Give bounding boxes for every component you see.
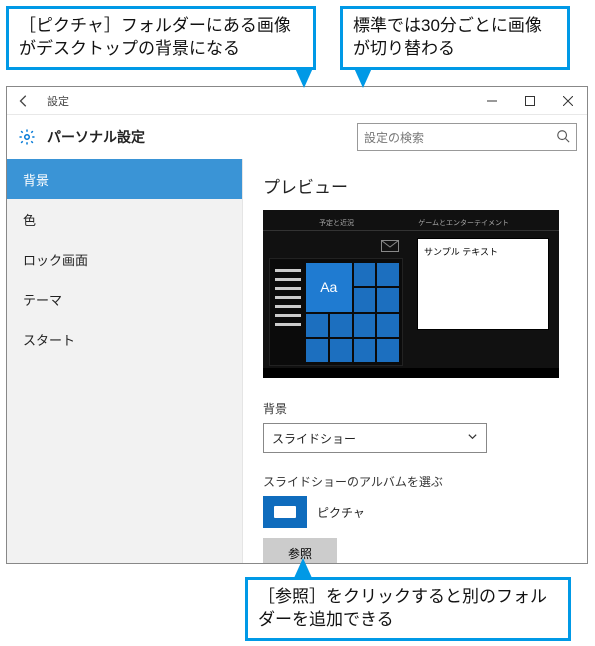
background-dropdown[interactable]: スライドショー — [263, 423, 487, 453]
gear-icon — [17, 127, 37, 147]
preview-sample-text: サンプル テキスト — [418, 239, 548, 264]
album-label: スライドショーのアルバムを選ぶ — [263, 473, 567, 490]
window-title: 設定 — [47, 93, 69, 109]
album-folder-icon[interactable] — [263, 496, 307, 528]
dropdown-value: スライドショー — [272, 430, 356, 447]
sidebar-item-lockscreen[interactable]: ロック画面 — [7, 239, 242, 279]
sidebar-item-label: テーマ — [23, 290, 62, 309]
callout-interval: 標準では30分ごとに画像が切り替わる — [340, 6, 570, 70]
album-row: ピクチャ — [263, 496, 567, 528]
sidebar-item-label: ロック画面 — [23, 250, 88, 269]
arrow-icon — [295, 68, 313, 88]
search-placeholder: 設定の検索 — [364, 129, 424, 146]
search-input[interactable]: 設定の検索 — [357, 123, 577, 151]
sidebar: 背景 色 ロック画面 テーマ スタート — [7, 159, 243, 563]
arrow-icon — [294, 558, 312, 578]
chevron-down-icon — [467, 431, 478, 445]
sidebar-item-label: スタート — [23, 330, 75, 349]
preview-heading: プレビュー — [263, 173, 567, 198]
mail-icon — [381, 240, 399, 252]
maximize-button[interactable] — [511, 87, 549, 115]
sidebar-item-label: 色 — [23, 210, 36, 229]
back-button[interactable] — [7, 87, 41, 115]
callout-browse: ［参照］をクリックすると別のフォルダーを追加できる — [245, 577, 571, 641]
titlebar: 設定 — [7, 87, 587, 115]
minimize-button[interactable] — [473, 87, 511, 115]
content-area: プレビュー 予定と近況 ゲームとエンターテイメント Aa — [243, 159, 587, 563]
callout-pictures-folder: ［ピクチャ］フォルダーにある画像がデスクトップの背景になる — [6, 6, 316, 70]
preview-tile-aa: Aa — [306, 263, 352, 312]
preview-tab-label: 予定と近況 — [319, 218, 354, 228]
sidebar-item-colors[interactable]: 色 — [7, 199, 242, 239]
page-title: パーソナル設定 — [47, 127, 145, 147]
close-button[interactable] — [549, 87, 587, 115]
sidebar-item-start[interactable]: スタート — [7, 319, 242, 359]
preview-window: サンプル テキスト — [417, 238, 549, 330]
arrow-icon — [354, 68, 372, 88]
preview-tab-label: ゲームとエンターテイメント — [418, 218, 509, 228]
sidebar-item-background[interactable]: 背景 — [7, 159, 242, 199]
desktop-preview: 予定と近況 ゲームとエンターテイメント Aa — [263, 210, 559, 378]
header-row: パーソナル設定 設定の検索 — [7, 115, 587, 159]
sidebar-item-themes[interactable]: テーマ — [7, 279, 242, 319]
preview-start-menu: Aa — [269, 258, 403, 366]
background-label: 背景 — [263, 400, 567, 417]
sidebar-item-label: 背景 — [23, 170, 49, 189]
settings-window: 設定 パーソナル設定 設定の検索 背景 色 ロック画面 テーマ — [6, 86, 588, 564]
album-name: ピクチャ — [317, 504, 365, 521]
search-icon — [556, 129, 570, 146]
